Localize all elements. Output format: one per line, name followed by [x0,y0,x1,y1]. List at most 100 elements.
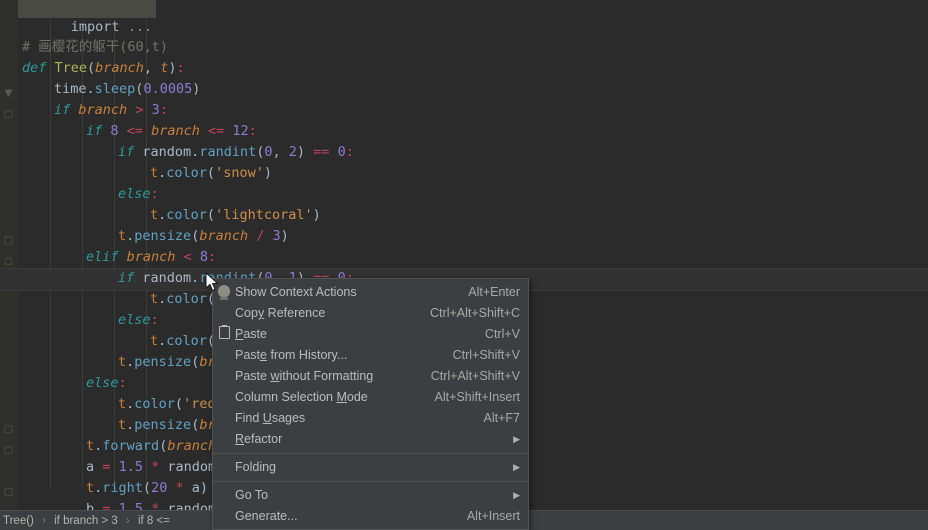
code-token: def [22,60,55,76]
code-token [329,144,337,160]
gutter-fold-marker-icon[interactable]: □ [3,235,14,246]
menu-item-paste-without-formatting[interactable]: Paste without FormattingCtrl+Alt+Shift+V [213,366,528,387]
code-token: , [144,60,160,76]
code-token: 20 [151,480,167,496]
indent-guide [50,20,51,490]
breadcrumb-separator: › [37,515,51,527]
menu-item-show-context-actions[interactable]: Show Context ActionsAlt+Enter [213,282,528,303]
gutter-fold-marker-icon[interactable]: □ [3,109,14,120]
menu-item-paste-from-history[interactable]: Paste from History...Ctrl+Shift+V [213,345,528,366]
folded-import-block[interactable]: import ... [18,0,156,18]
gutter-fold-marker-icon[interactable]: □ [3,424,14,435]
code-token: ( [207,207,215,223]
code-token: elif [86,249,127,265]
menu-item-folding[interactable]: Folding▶ [213,457,528,478]
menu-item-go-to[interactable]: Go To▶ [213,485,528,506]
code-token: a [192,480,200,496]
code-token: a [86,459,94,475]
code-token: ) [297,144,313,160]
code-token: ) [200,480,208,496]
clipboard-icon [213,324,235,345]
menu-item-paste[interactable]: PasteCtrl+V [213,324,528,345]
code-token: 0.0005 [143,81,192,97]
code-token: color [166,165,207,181]
code-token: pensize [134,228,191,244]
code-token: <= [127,123,143,139]
menu-item-shortcut: Alt+Enter [452,282,520,303]
code-token: random [142,270,191,286]
menu-item-label: Paste [235,324,469,345]
code-token: time [54,81,87,97]
code-token: color [166,291,207,307]
code-token: , [273,144,289,160]
code-token: branch [151,123,200,139]
code-token: ) [168,60,176,76]
code-line: if 8 <= branch <= 12: [86,121,257,142]
code-line: t.color('snow') [150,163,272,184]
code-token: if [54,102,78,118]
gutter-fold-marker-icon[interactable]: ▼ [3,88,14,99]
code-line: if branch > 3: [54,100,168,121]
code-token: forward [102,438,159,454]
code-token: t [150,165,158,181]
code-token: if [118,144,142,160]
code-token: color [134,396,175,412]
code-token: t [118,417,126,433]
menu-item-shortcut: Ctrl+Alt+Shift+V [415,366,520,387]
code-token: if [86,123,110,139]
menu-item-copy-reference[interactable]: Copy ReferenceCtrl+Alt+Shift+C [213,303,528,324]
code-token: sleep [95,81,136,97]
code-token: ) [264,165,272,181]
code-token: 0 [264,144,272,160]
menu-item-label: Show Context Actions [235,282,452,303]
code-token: 8 [110,123,118,139]
code-token: : [151,186,159,202]
code-token: else [118,186,151,202]
editor-gutter[interactable]: ▼ □ □ ○ □ □ □ [0,0,18,510]
code-token: random [167,501,216,510]
code-token: ) [313,207,321,223]
code-token: right [102,480,143,496]
code-token: Tree [55,60,88,76]
code-token: 1.5 [119,501,143,510]
code-token [143,501,151,510]
gutter-fold-marker-icon[interactable]: □ [3,487,14,498]
menu-item-refactor[interactable]: Refactor▶ [213,429,528,450]
code-token: < [184,249,192,265]
code-token: branch [199,228,248,244]
breadcrumb-item[interactable]: if branch > 3 [51,515,121,527]
code-token: : [119,375,127,391]
code-line: elif branch < 8: [86,247,216,268]
gutter-fold-marker-icon[interactable]: □ [3,445,14,456]
menu-item-label: Generate... [235,506,451,527]
code-token: ( [175,396,183,412]
code-token: t [118,396,126,412]
menu-separator [213,453,528,454]
menu-item-label: Refactor [235,429,508,450]
menu-item-shortcut: Alt+F7 [468,408,520,429]
editor-context-menu[interactable]: Show Context ActionsAlt+EnterCopy Refere… [212,278,529,530]
code-token: branch [167,438,216,454]
code-token: 'snow' [215,165,264,181]
breadcrumb[interactable]: Tree() › if branch > 3 › if 8 <= [0,515,173,527]
breadcrumb-separator: › [121,515,135,527]
menu-item-generate[interactable]: Generate...Alt+Insert [213,506,528,527]
menu-item-column-selection-mode[interactable]: Column Selection ModeAlt+Shift+Insert [213,387,528,408]
code-token: 8 [200,249,208,265]
code-token: : [177,60,185,76]
code-token: t [150,333,158,349]
code-token [200,123,208,139]
menu-item-find-usages[interactable]: Find UsagesAlt+F7 [213,408,528,429]
fold-ellipsis: ... [128,19,152,35]
gutter-fold-marker-icon[interactable]: ○ [3,256,14,267]
code-token: * [151,501,159,510]
breadcrumb-item[interactable]: Tree() [0,515,37,527]
code-token: pensize [134,417,191,433]
code-token: 3 [273,228,281,244]
code-token: : [151,312,159,328]
code-token: 2 [289,144,297,160]
code-token: ) [192,81,200,97]
code-line: t.forward(branch) [86,436,224,457]
breadcrumb-item[interactable]: if 8 <= [135,515,173,527]
menu-item-shortcut: Ctrl+Alt+Shift+C [414,303,520,324]
